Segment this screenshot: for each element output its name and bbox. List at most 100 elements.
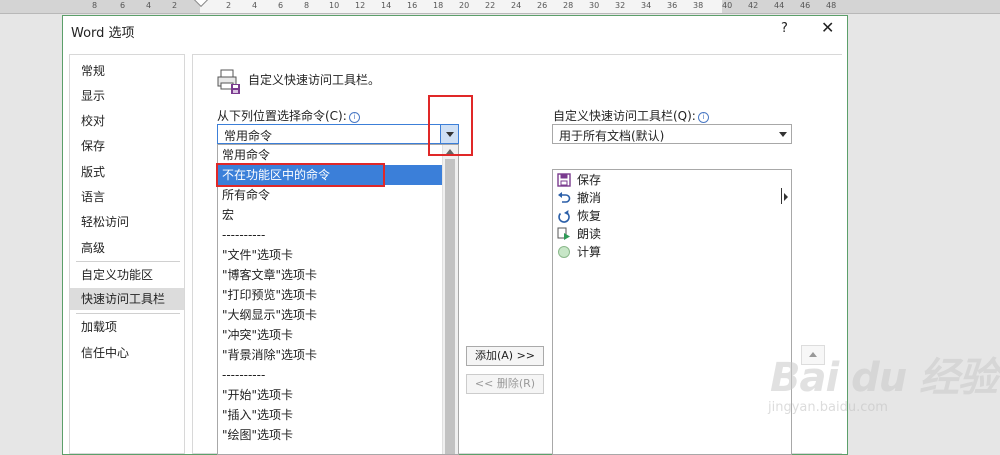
- ruler-label: 10: [329, 1, 340, 10]
- choose-commands-text: 从下列位置选择命令(C):: [217, 109, 347, 123]
- customize-qat-value: 用于所有文档(默认): [559, 129, 665, 143]
- dropdown-button[interactable]: [774, 125, 791, 143]
- dropdown-option[interactable]: "博客文章"选项卡: [218, 265, 443, 285]
- list-item-label: 恢复: [577, 209, 602, 223]
- ruler-label: 22: [485, 1, 496, 10]
- chevron-right-icon[interactable]: [784, 193, 788, 201]
- list-item[interactable]: 恢复: [557, 207, 601, 225]
- watermark-url: jingyan.baidu.com: [768, 400, 888, 415]
- nav-item-customize-ribbon[interactable]: 自定义功能区: [70, 264, 184, 286]
- dropdown-option[interactable]: "背景消除"选项卡: [218, 345, 443, 365]
- dropdown-scrollbar[interactable]: [442, 145, 458, 454]
- help-button[interactable]: ?: [781, 21, 788, 36]
- dropdown-option[interactable]: 所有命令: [218, 185, 443, 205]
- close-button[interactable]: ✕: [821, 18, 834, 37]
- ruler-label: 8: [304, 1, 310, 10]
- quick-access-toolbar-icon: [217, 69, 240, 94]
- page-heading: 自定义快速访问工具栏。: [248, 73, 381, 87]
- dropdown-option[interactable]: "打印预览"选项卡: [218, 285, 443, 305]
- chevron-down-icon: [779, 132, 787, 137]
- nav-item-quick-access-toolbar[interactable]: 快速访问工具栏: [70, 288, 184, 310]
- nav-item-layout[interactable]: 版式: [70, 161, 184, 183]
- list-item[interactable]: 撤消: [557, 189, 601, 207]
- dropdown-option[interactable]: "开始"选项卡: [218, 385, 443, 405]
- dropdown-option[interactable]: "绘图"选项卡: [218, 425, 443, 445]
- info-icon: i: [697, 112, 709, 123]
- dropdown-option[interactable]: 常用命令: [218, 145, 443, 165]
- nav-item-trust-center[interactable]: 信任中心: [70, 342, 184, 364]
- dropdown-option[interactable]: "大纲显示"选项卡: [218, 305, 443, 325]
- nav-item-general[interactable]: 常规: [70, 60, 184, 82]
- customize-qat-label: 自定义快速访问工具栏(Q): i: [553, 107, 709, 124]
- nav-item-accessibility[interactable]: 轻松访问: [70, 211, 184, 233]
- list-item-label: 撤消: [577, 191, 602, 205]
- ruler-label: 30: [589, 1, 600, 10]
- ruler-label: 46: [800, 1, 811, 10]
- add-button[interactable]: 添加(A) >>: [466, 346, 544, 366]
- qat-commands-list[interactable]: 保存 撤消 恢复 朗读 计算: [552, 169, 792, 455]
- dialog-title: Word 选项: [71, 26, 135, 41]
- ruler-label: 2: [172, 1, 178, 10]
- list-item[interactable]: 朗读: [557, 225, 601, 243]
- ruler-label: 36: [667, 1, 678, 10]
- annotation-highlight-option: [216, 163, 385, 187]
- nav-item-save[interactable]: 保存: [70, 135, 184, 157]
- dropdown-option[interactable]: "文件"选项卡: [218, 245, 443, 265]
- nav-item-proofing[interactable]: 校对: [70, 110, 184, 132]
- ruler-label: 44: [774, 1, 785, 10]
- read-aloud-icon: [557, 227, 570, 240]
- nav-item-add-ins[interactable]: 加载项: [70, 316, 184, 338]
- ruler-label: 2: [226, 1, 232, 10]
- dropdown-option[interactable]: "插入"选项卡: [218, 405, 443, 425]
- ruler: 8 6 4 2 2 4 6 8 10 12 14 16 18 20 22 24 …: [0, 0, 1000, 14]
- list-item[interactable]: 保存: [557, 171, 601, 189]
- list-item-label: 计算: [577, 245, 602, 259]
- separator-marker: [781, 188, 782, 204]
- options-nav: 常规 显示 校对 保存 版式 语言 轻松访问 高级 自定义功能区 快速访问工具栏…: [69, 54, 185, 454]
- customize-qat-text: 自定义快速访问工具栏(Q):: [553, 109, 696, 123]
- save-icon: [557, 173, 571, 187]
- dropdown-option[interactable]: "冲突"选项卡: [218, 325, 443, 345]
- remove-button: << 删除(R): [466, 374, 544, 394]
- info-icon: i: [348, 112, 360, 123]
- ruler-label: 6: [278, 1, 284, 10]
- ruler-label: 40: [722, 1, 733, 10]
- ruler-label: 38: [693, 1, 704, 10]
- nav-item-language[interactable]: 语言: [70, 186, 184, 208]
- ruler-label: 18: [433, 1, 444, 10]
- ruler-label: 16: [407, 1, 418, 10]
- ruler-label: 4: [146, 1, 152, 10]
- ruler-label: 26: [537, 1, 548, 10]
- ruler-label: 48: [826, 1, 837, 10]
- ruler-label: 28: [563, 1, 574, 10]
- ruler-label: 32: [615, 1, 626, 10]
- ruler-label: 24: [511, 1, 522, 10]
- choose-commands-combo[interactable]: 常用命令: [217, 124, 459, 144]
- ruler-label: 4: [252, 1, 258, 10]
- nav-item-display[interactable]: 显示: [70, 85, 184, 107]
- ruler-label: 12: [355, 1, 366, 10]
- choose-commands-value: 常用命令: [224, 129, 273, 143]
- redo-icon: [558, 210, 570, 223]
- nav-item-advanced[interactable]: 高级: [70, 237, 184, 259]
- list-item-label: 朗读: [577, 227, 602, 241]
- watermark-brand: Bai du 经验: [770, 355, 998, 401]
- word-options-dialog: Word 选项 ? ✕ 常规 显示 校对 保存 版式 语言 轻松访问 高级 自定…: [62, 15, 848, 455]
- ruler-label: 20: [459, 1, 470, 10]
- list-item[interactable]: 计算: [557, 243, 601, 261]
- dropdown-option[interactable]: 宏: [218, 205, 443, 225]
- dropdown-separator: ----------: [222, 228, 266, 242]
- undo-icon: [558, 192, 571, 203]
- nav-divider: [76, 261, 180, 262]
- list-item-label: 保存: [577, 173, 602, 187]
- ruler-label: 6: [120, 1, 126, 10]
- calculate-icon: [558, 246, 570, 258]
- dropdown-separator: ----------: [222, 368, 266, 382]
- choose-commands-label: 从下列位置选择命令(C): i: [217, 107, 360, 124]
- ruler-label: 34: [641, 1, 652, 10]
- ruler-label: 42: [748, 1, 759, 10]
- scrollbar-thumb[interactable]: [445, 159, 455, 454]
- ruler-label: 14: [381, 1, 392, 10]
- customize-qat-combo[interactable]: 用于所有文档(默认): [552, 124, 792, 144]
- commands-dropdown-list[interactable]: 常用命令 不在功能区中的命令 所有命令 宏 ---------- "文件"选项卡…: [217, 144, 459, 455]
